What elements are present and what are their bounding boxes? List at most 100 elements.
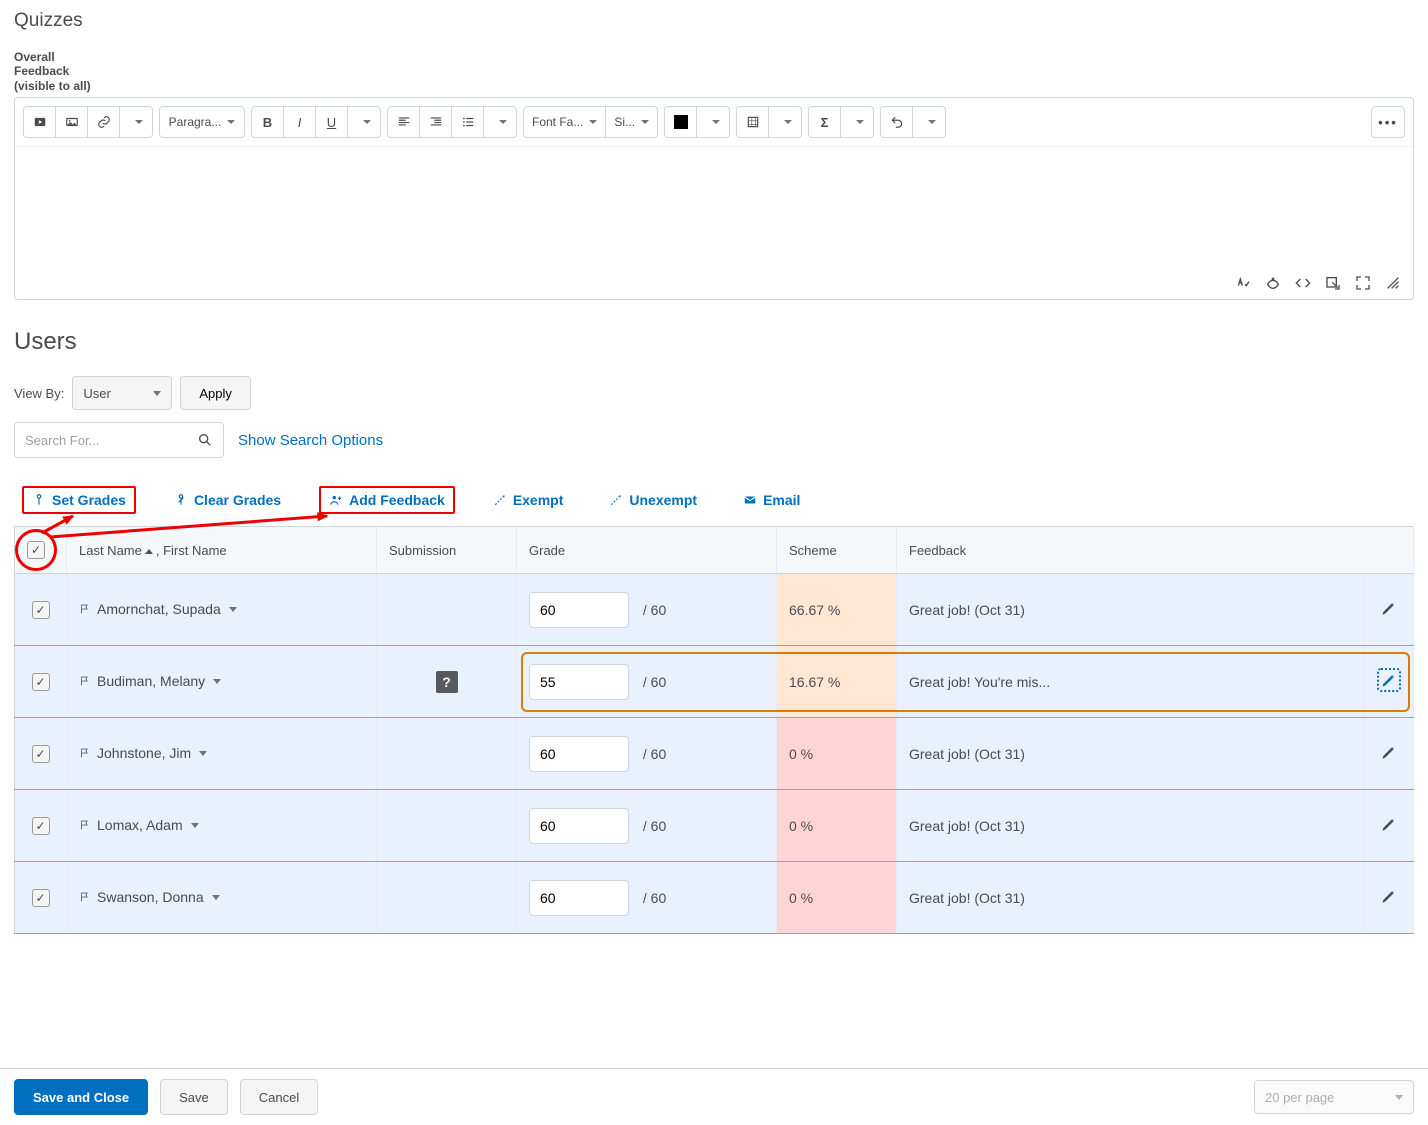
table-row: Budiman, Melany ? / 60 16.67 % Great job…	[15, 646, 1414, 718]
scheme-value: 66.67 %	[777, 574, 897, 646]
grade-max: / 60	[643, 746, 666, 762]
feedback-text: Great job! (Oct 31)	[897, 862, 1364, 934]
cancel-button[interactable]: Cancel	[240, 1079, 318, 1115]
table-row: Johnstone, Jim / 60 0 % Great job! (Oct …	[15, 718, 1414, 790]
flag-icon	[79, 675, 91, 687]
grade-input[interactable]	[529, 736, 629, 772]
viewby-select[interactable]: User	[72, 376, 172, 410]
editor-footer	[15, 267, 1413, 299]
person-plus-icon	[329, 493, 343, 507]
grade-max: / 60	[643, 602, 666, 618]
wand-clear-icon	[174, 493, 188, 507]
table-icon[interactable]	[737, 107, 769, 137]
preview-icon[interactable]	[1325, 275, 1341, 291]
grade-input[interactable]	[529, 664, 629, 700]
student-name-dropdown[interactable]: Lomax, Adam	[79, 817, 199, 833]
column-name-header[interactable]: Last Name, First Name	[67, 527, 377, 574]
insert-link-icon[interactable]	[88, 107, 120, 137]
font-color-icon[interactable]	[665, 107, 697, 137]
grade-max: / 60	[643, 890, 666, 906]
student-name-dropdown[interactable]: Swanson, Donna	[79, 889, 220, 905]
grade-input[interactable]	[529, 808, 629, 844]
edit-feedback-icon[interactable]	[1381, 888, 1397, 904]
undo-icon[interactable]	[881, 107, 913, 137]
row-checkbox[interactable]	[32, 889, 50, 907]
accessibility-icon[interactable]	[1265, 275, 1281, 291]
student-name: Swanson, Donna	[97, 889, 204, 905]
grade-max: / 60	[643, 818, 666, 834]
exempt-action[interactable]: Exempt	[485, 488, 572, 512]
row-checkbox[interactable]	[32, 601, 50, 619]
exempt-icon	[493, 493, 507, 507]
editor-content-area[interactable]	[15, 147, 1413, 267]
font-color-dropdown[interactable]	[697, 107, 729, 137]
unexempt-icon	[609, 493, 623, 507]
bold-button[interactable]: B	[252, 107, 284, 137]
search-icon	[197, 432, 213, 448]
flag-icon	[79, 819, 91, 831]
text-format-dropdown[interactable]	[348, 107, 380, 137]
email-action[interactable]: Email	[735, 488, 808, 512]
insert-video-icon[interactable]	[24, 107, 56, 137]
add-feedback-action[interactable]: Add Feedback	[319, 486, 455, 514]
indent-icon[interactable]	[420, 107, 452, 137]
scheme-value: 0 %	[777, 790, 897, 862]
row-checkbox[interactable]	[32, 745, 50, 763]
rich-text-editor[interactable]: Paragra... B I U Font Fa... Si...	[14, 97, 1414, 300]
flag-icon	[79, 891, 91, 903]
apply-button[interactable]: Apply	[180, 376, 251, 410]
select-all-checkbox[interactable]	[27, 541, 45, 559]
unexempt-action[interactable]: Unexempt	[601, 488, 705, 512]
spellcheck-icon[interactable]	[1235, 275, 1251, 291]
edit-feedback-icon[interactable]	[1381, 600, 1397, 616]
underline-button[interactable]: U	[316, 107, 348, 137]
row-checkbox[interactable]	[32, 817, 50, 835]
submission-icon[interactable]: ?	[436, 671, 458, 693]
table-row: Amornchat, Supada / 60 66.67 % Great job…	[15, 574, 1414, 646]
student-name: Budiman, Melany	[97, 673, 205, 689]
editor-toolbar: Paragra... B I U Font Fa... Si...	[15, 98, 1413, 147]
edit-feedback-icon[interactable]	[1381, 816, 1397, 832]
equation-dropdown[interactable]	[841, 107, 873, 137]
fullscreen-icon[interactable]	[1355, 275, 1371, 291]
equation-icon[interactable]: Σ	[809, 107, 841, 137]
per-page-select[interactable]: 20 per page	[1254, 1080, 1414, 1114]
set-grades-action[interactable]: Set Grades	[22, 486, 136, 514]
show-search-options-link[interactable]: Show Search Options	[238, 432, 383, 449]
font-family-dropdown[interactable]: Font Fa...	[524, 107, 606, 137]
flag-icon	[79, 603, 91, 615]
column-feedback-header: Feedback	[897, 527, 1414, 574]
insert-more-dropdown[interactable]	[120, 107, 152, 137]
viewby-label: View By:	[14, 386, 64, 401]
undo-dropdown[interactable]	[913, 107, 945, 137]
student-name-dropdown[interactable]: Budiman, Melany	[79, 673, 221, 689]
paragraph-style-dropdown[interactable]: Paragra...	[160, 107, 244, 137]
student-name: Johnstone, Jim	[97, 745, 191, 761]
save-button[interactable]: Save	[160, 1079, 228, 1115]
row-checkbox[interactable]	[32, 673, 50, 691]
column-grade-header: Grade	[517, 527, 777, 574]
grade-input[interactable]	[529, 880, 629, 916]
edit-feedback-icon[interactable]	[1381, 744, 1397, 760]
grade-input[interactable]	[529, 592, 629, 628]
align-left-icon[interactable]	[388, 107, 420, 137]
font-size-dropdown[interactable]: Si...	[606, 107, 657, 137]
resize-handle-icon[interactable]	[1385, 275, 1401, 291]
overall-feedback-label: Overall Feedback (visible to all)	[14, 50, 1414, 93]
bottom-action-bar: Save and Close Save Cancel 20 per page	[0, 1068, 1428, 1125]
italic-button[interactable]: I	[284, 107, 316, 137]
student-name-dropdown[interactable]: Amornchat, Supada	[79, 601, 237, 617]
html-source-icon[interactable]	[1295, 275, 1311, 291]
clear-grades-action[interactable]: Clear Grades	[166, 488, 289, 512]
search-input[interactable]: Search For...	[14, 422, 224, 458]
insert-image-icon[interactable]	[56, 107, 88, 137]
list-dropdown[interactable]	[484, 107, 516, 137]
table-dropdown[interactable]	[769, 107, 801, 137]
grade-max: / 60	[643, 674, 666, 690]
list-icon[interactable]	[452, 107, 484, 137]
more-actions-icon[interactable]: •••	[1372, 107, 1404, 137]
save-and-close-button[interactable]: Save and Close	[14, 1079, 148, 1115]
scheme-value: 16.67 %	[777, 646, 897, 718]
student-name-dropdown[interactable]: Johnstone, Jim	[79, 745, 207, 761]
edit-feedback-icon[interactable]	[1381, 672, 1397, 688]
